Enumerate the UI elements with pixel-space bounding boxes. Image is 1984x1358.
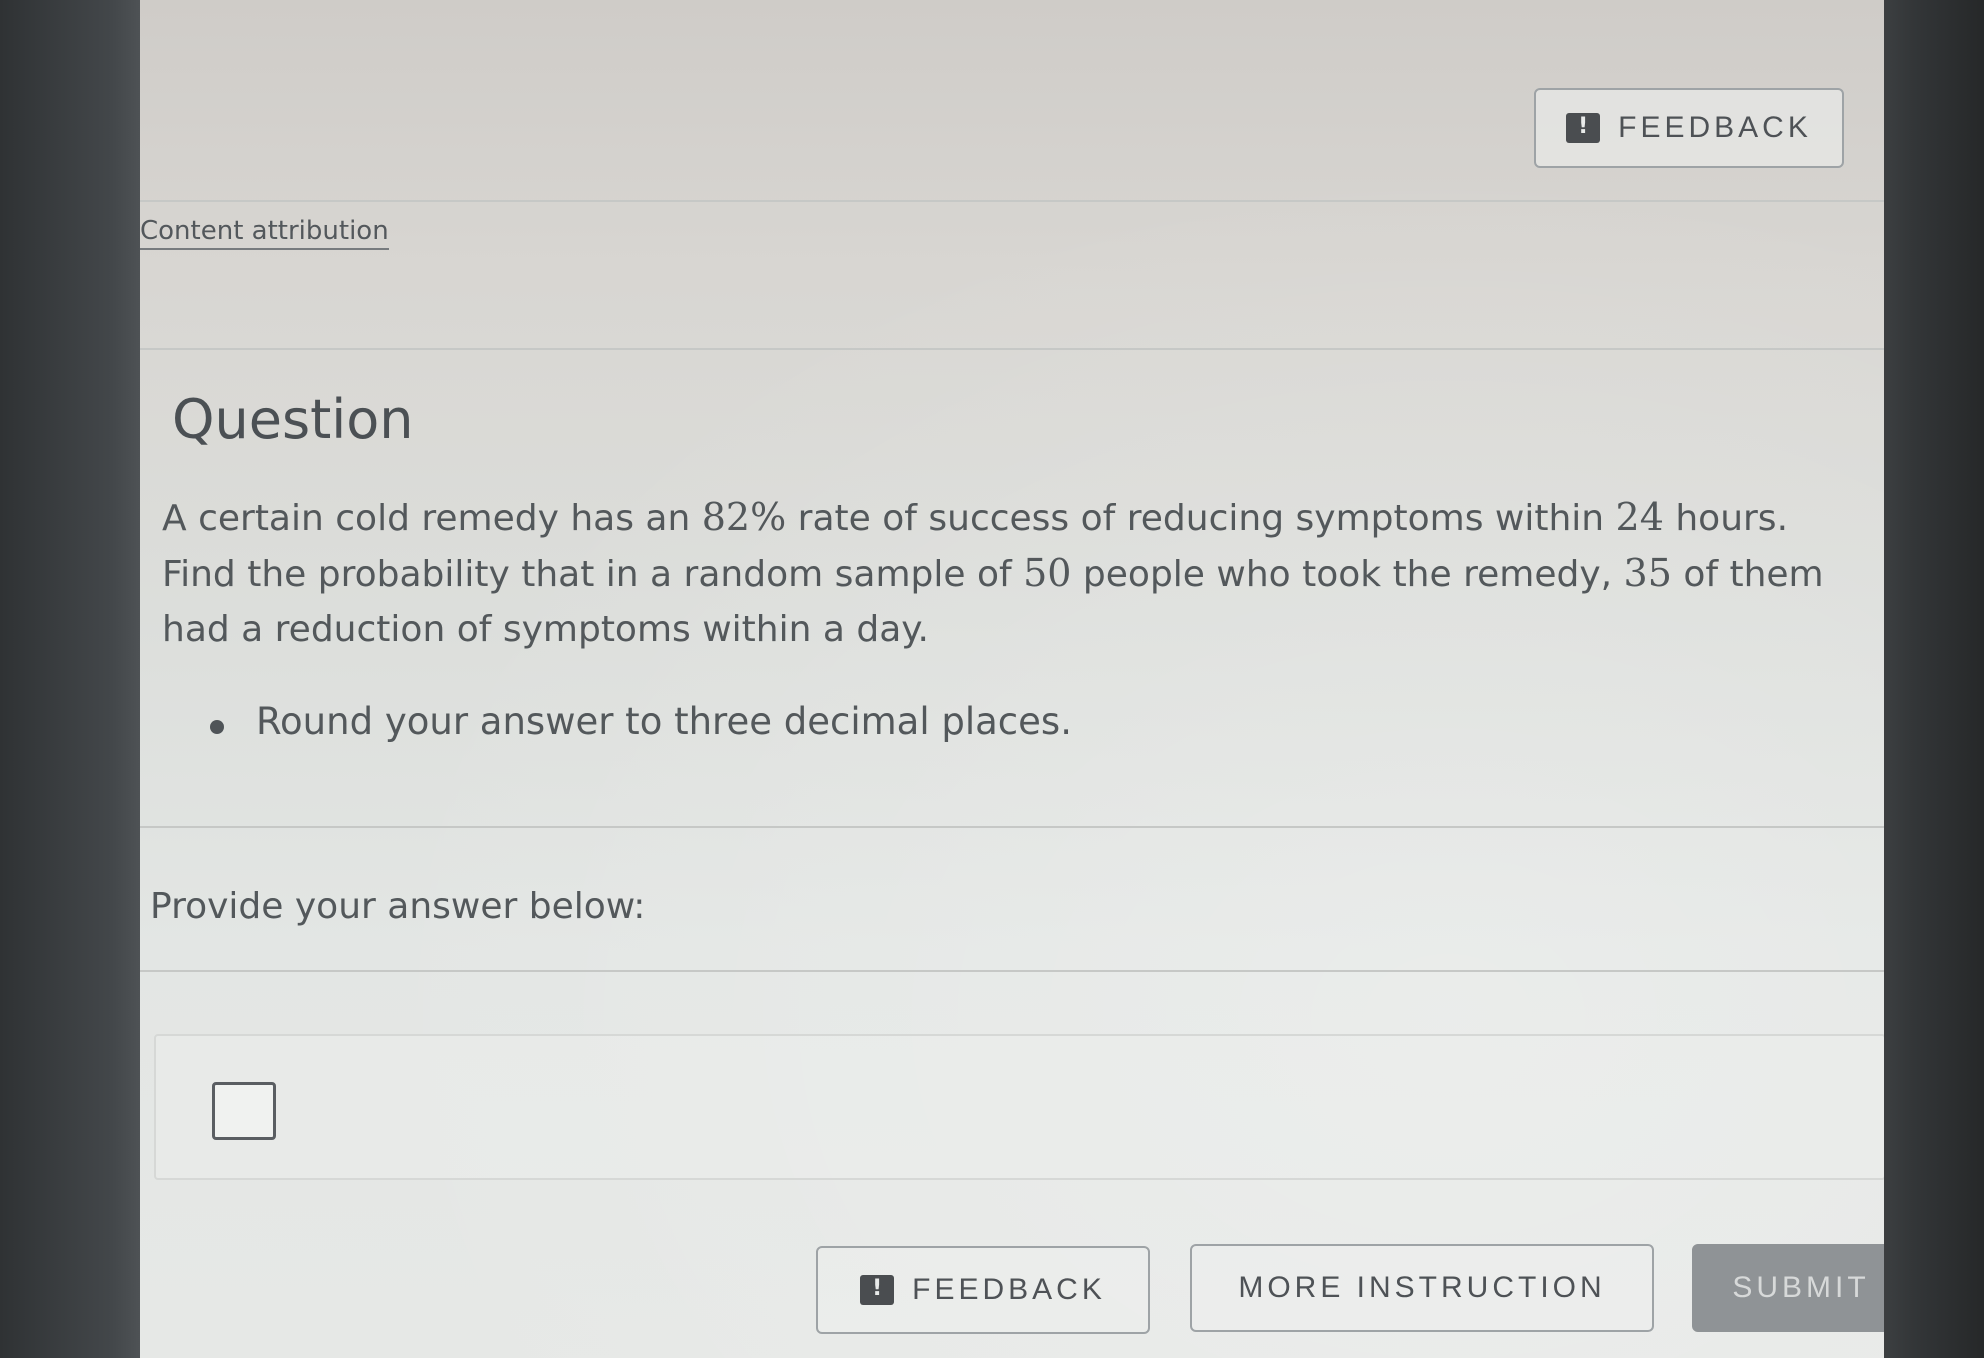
success-rate-value: 82% bbox=[701, 495, 787, 539]
instruction-list: Round your answer to three decimal place… bbox=[210, 700, 1072, 743]
app-screen: FEEDBACK Content attribution Question A … bbox=[140, 0, 1884, 1358]
feedback-icon bbox=[1566, 113, 1601, 143]
submit-label: SUBMIT bbox=[1732, 1271, 1870, 1304]
content-attribution-link[interactable]: Content attribution bbox=[140, 216, 389, 250]
more-instruction-button[interactable]: MORE INSTRUCTION bbox=[1190, 1244, 1654, 1332]
more-instruction-label: MORE INSTRUCTION bbox=[1238, 1271, 1606, 1304]
device-bezel-left bbox=[0, 0, 140, 1358]
device-bezel-right bbox=[1884, 0, 1984, 1358]
divider bbox=[140, 348, 1884, 350]
submit-button[interactable]: SUBMIT bbox=[1692, 1244, 1884, 1332]
answer-input[interactable] bbox=[212, 1082, 276, 1140]
feedback-button-label: FEEDBACK bbox=[912, 1273, 1106, 1306]
feedback-button[interactable]: FEEDBACK bbox=[816, 1246, 1150, 1334]
feedback-button-top[interactable]: FEEDBACK bbox=[1534, 88, 1844, 168]
sample-size-value: 50 bbox=[1023, 551, 1072, 595]
divider bbox=[140, 970, 1884, 972]
answer-prompt: Provide your answer below: bbox=[150, 886, 646, 927]
hours-value: 24 bbox=[1615, 495, 1664, 539]
successes-value: 35 bbox=[1623, 551, 1672, 595]
question-text: A certain cold remedy has an 82% rate of… bbox=[162, 495, 1824, 650]
question-heading: Question bbox=[172, 388, 414, 451]
feedback-button-label: FEEDBACK bbox=[1618, 111, 1812, 144]
divider bbox=[140, 200, 1884, 202]
list-item: Round your answer to three decimal place… bbox=[210, 700, 1072, 743]
feedback-icon bbox=[860, 1275, 895, 1305]
divider bbox=[140, 826, 1884, 828]
answer-area bbox=[154, 1034, 1884, 1180]
